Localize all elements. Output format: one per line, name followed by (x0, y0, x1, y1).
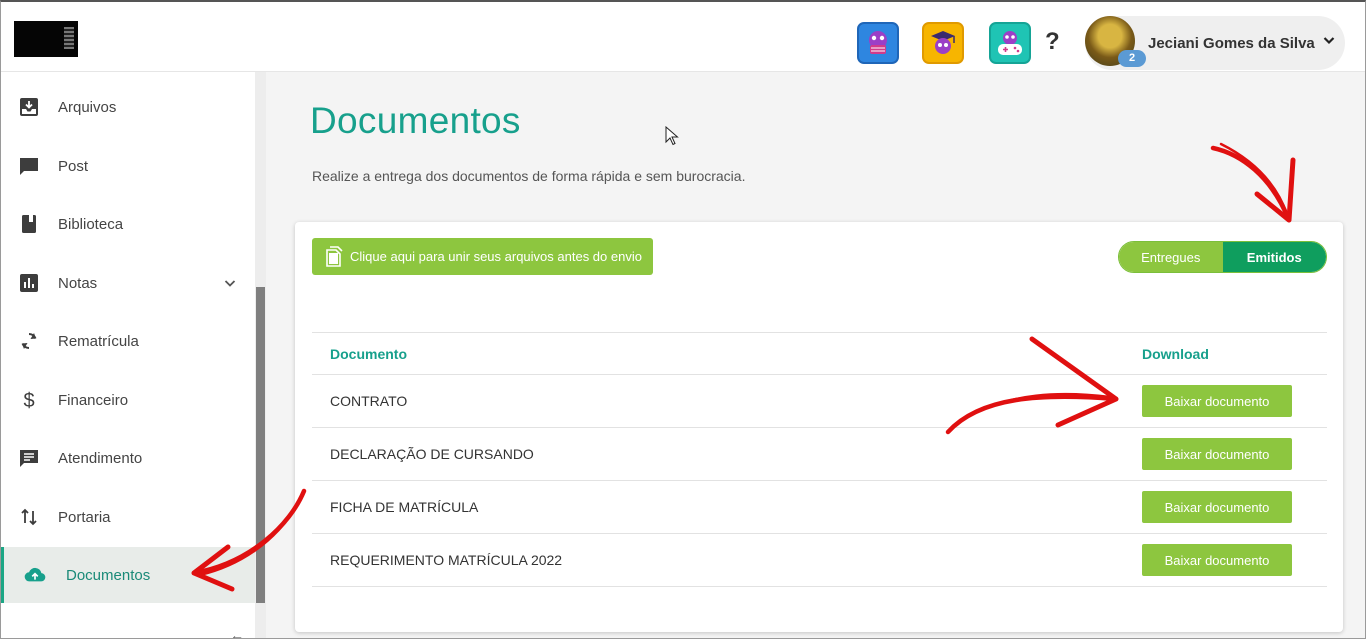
table-header-row: Documento Download (312, 332, 1327, 375)
table-row: FICHA DE MATRÍCULA Baixar documento (312, 480, 1327, 534)
merge-files-button[interactable]: Clique aqui para unir seus arquivos ante… (312, 238, 653, 275)
graduation-game-icon[interactable] (922, 22, 964, 64)
download-document-button[interactable]: Baixar documento (1142, 438, 1292, 470)
page-subtitle: Realize a entrega dos documentos de form… (312, 168, 746, 184)
sidebar-item-portaria[interactable]: Portaria (0, 489, 255, 545)
chat-bubble-icon (18, 155, 40, 177)
cloud-upload-icon (24, 564, 46, 586)
table-row: CONTRATO Baixar documento (312, 374, 1327, 428)
annotation-arrow-emitidos (1210, 142, 1296, 223)
user-menu[interactable]: 2 Jeciani Gomes da Silva (1085, 16, 1345, 70)
download-document-button[interactable]: Baixar documento (1142, 544, 1292, 576)
scrollbar-thumb[interactable] (256, 287, 265, 603)
dollar-icon: $ (18, 389, 40, 411)
chevron-down-icon[interactable] (222, 275, 238, 291)
inbox-download-icon (18, 96, 40, 118)
sidebar-item-label: Atendimento (58, 449, 143, 467)
shopping-game-icon[interactable] (857, 22, 899, 64)
documents-filter-toggle: Entregues Emitidos (1118, 241, 1327, 273)
sidebar-item-rematricula[interactable]: Rematrícula (0, 313, 255, 369)
sidebar-item-label: Post (58, 157, 89, 175)
sidebar-item-label: Rematrícula (58, 332, 139, 350)
sidebar-item-arquivos[interactable]: Arquivos (0, 79, 255, 135)
document-name: FICHA DE MATRÍCULA (312, 480, 1142, 534)
column-header-documento: Documento (312, 332, 1142, 375)
copy-files-icon (326, 245, 343, 267)
table-row: DECLARAÇÃO DE CURSANDO Baixar documento (312, 427, 1327, 481)
toggle-emitidos[interactable]: Emitidos (1222, 242, 1326, 272)
refresh-icon (18, 330, 40, 352)
document-name: REQUERIMENTO MATRÍCULA 2022 (312, 533, 1142, 587)
documents-card: Clique aqui para unir seus arquivos ante… (295, 222, 1343, 632)
sidebar-item-biblioteca[interactable]: Biblioteca (0, 196, 255, 252)
sidebar-item-label: Portaria (58, 508, 111, 526)
bar-chart-icon (18, 272, 40, 294)
sidebar-item-label: Biblioteca (58, 215, 124, 233)
column-header-download: Download (1142, 332, 1327, 375)
sidebar-item-financeiro[interactable]: $ Financeiro (0, 372, 255, 428)
toggle-entregues[interactable]: Entregues (1119, 242, 1223, 272)
table-row: REQUERIMENTO MATRÍCULA 2022 Baixar docum… (312, 533, 1327, 587)
merge-files-label: Clique aqui para unir seus arquivos ante… (350, 249, 642, 264)
document-name: CONTRATO (312, 374, 1142, 428)
notification-badge: 2 (1118, 50, 1146, 67)
collapse-sidebar-icon[interactable]: ← (230, 627, 244, 639)
sidebar-item-documentos[interactable]: Documentos (0, 547, 255, 603)
app-logo[interactable] (14, 21, 78, 57)
mouse-cursor-icon (665, 126, 679, 146)
top-bar: ? 2 Jeciani Gomes da Silva (0, 0, 1366, 72)
sidebar: Arquivos Post Biblioteca Notas Rematrícu… (0, 72, 255, 639)
sidebar-item-label: Notas (58, 274, 98, 292)
page-title: Documentos (310, 100, 521, 141)
download-document-button[interactable]: Baixar documento (1142, 491, 1292, 523)
sidebar-item-post[interactable]: Post (0, 138, 255, 194)
user-name: Jeciani Gomes da Silva (1148, 35, 1315, 52)
controller-game-icon[interactable] (989, 22, 1031, 64)
sidebar-item-label: Documentos (66, 566, 151, 584)
sidebar-item-notas[interactable]: Notas (0, 255, 255, 311)
sidebar-item-label: Financeiro (58, 391, 129, 409)
message-icon (18, 447, 40, 469)
documents-table: Documento Download CONTRATO Baixar docum… (312, 332, 1327, 587)
svg-text:$: $ (23, 390, 34, 411)
document-name: DECLARAÇÃO DE CURSANDO (312, 427, 1142, 481)
sidebar-item-label: Arquivos (58, 98, 117, 116)
sidebar-item-atendimento[interactable]: Atendimento (0, 430, 255, 486)
swap-vertical-icon (18, 506, 40, 528)
sidebar-scrollbar[interactable] (255, 72, 266, 639)
help-icon[interactable]: ? (1045, 28, 1060, 56)
download-document-button[interactable]: Baixar documento (1142, 385, 1292, 417)
book-icon (18, 213, 40, 235)
chevron-down-icon[interactable] (1321, 32, 1337, 48)
